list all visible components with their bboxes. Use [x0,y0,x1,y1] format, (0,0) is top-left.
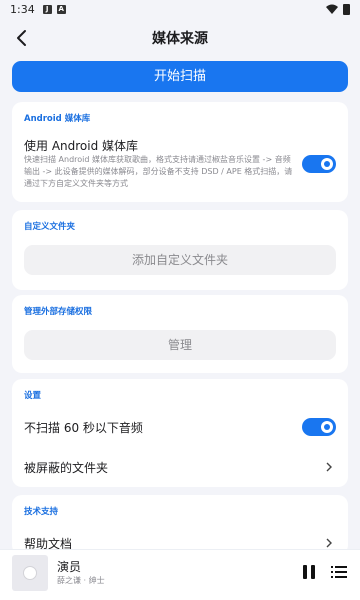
section-header: Android 媒体库 [24,114,91,124]
use-android-media-toggle[interactable] [302,155,336,173]
toggle-knob [321,421,333,433]
app-bar: 媒体来源 [0,18,360,56]
status-time: 1:34 [10,2,35,16]
chevron-right-icon [326,462,332,472]
wifi-icon [326,4,338,14]
toggle-knob [321,158,333,170]
status-bar: 1:34 J A [0,0,360,18]
disc-icon [23,566,37,580]
settings-card: 设置 不扫描 60 秒以下音频 被屏蔽的文件夹 [12,379,348,487]
custom-folders-card: 自定义文件夹 添加自定义文件夹 [12,210,348,290]
section-header: 管理外部存储权限 [24,307,93,317]
battery-icon [343,3,350,15]
chevron-right-icon [326,538,332,548]
page-title: 媒体来源 [152,31,208,47]
section-header: 自定义文件夹 [24,222,76,232]
support-card: 技术支持 帮助文档 [12,495,348,555]
pause-icon[interactable] [300,563,318,581]
album-cover[interactable] [12,555,48,591]
skip-short-audio-label[interactable]: 不扫描 60 秒以下音频 [24,419,143,436]
skip-short-audio-toggle[interactable] [302,418,336,436]
start-scan-button[interactable]: 开始扫描 [12,61,348,92]
section-header: 设置 [24,391,42,401]
notification-j-icon: J [42,4,52,14]
use-android-media-description: 快速扫描 Android 媒体库获取歌曲，格式支持请通过椒盐音乐设置 -> 音频… [24,155,293,188]
android-media-card: Android 媒体库 使用 Android 媒体库 快速扫描 Android … [12,102,348,202]
use-android-media-label[interactable]: 使用 Android 媒体库 [24,137,138,154]
song-title: 演员 [57,560,82,574]
external-storage-card: 管理外部存储权限 管理 [12,295,348,373]
add-custom-folder-button[interactable]: 添加自定义文件夹 [24,245,336,275]
section-header: 技术支持 [24,507,59,517]
mini-player[interactable]: 演员 薛之谦 · 绅士 [0,549,360,600]
song-artist: 薛之谦 · 绅士 [57,576,105,585]
manage-storage-button[interactable]: 管理 [24,330,336,360]
playlist-icon[interactable] [330,563,348,581]
notification-a-icon: A [56,4,66,14]
hidden-folders-item[interactable]: 被屏蔽的文件夹 [24,459,108,476]
